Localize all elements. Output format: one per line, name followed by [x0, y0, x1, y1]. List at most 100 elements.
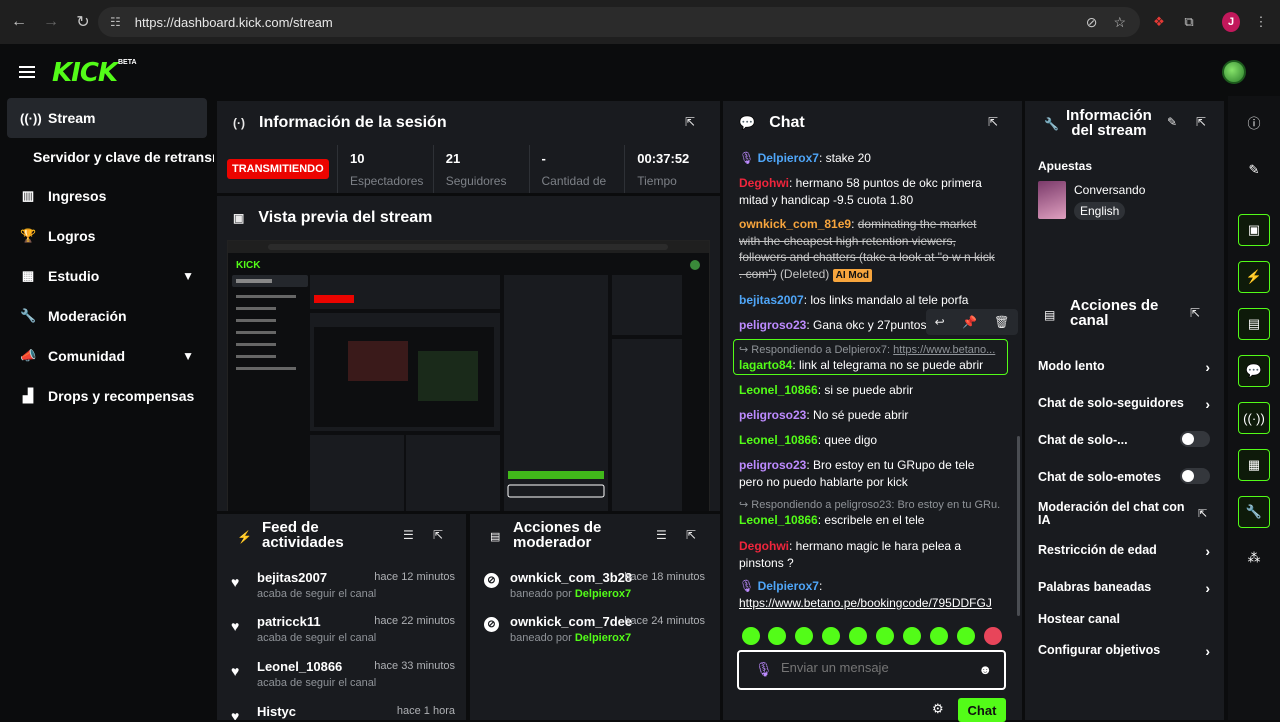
emote-icon[interactable]: [849, 627, 867, 645]
wrench-icon[interactable]: 🔧: [1238, 496, 1270, 528]
feed-username[interactable]: patricck11: [257, 614, 321, 629]
feed-username[interactable]: bejitas2007: [257, 570, 327, 585]
expand-icon[interactable]: ⇱: [433, 528, 443, 542]
sidebar-item-stream-key[interactable]: Servidor y clave de retransmisión: [0, 138, 214, 176]
kebab-menu-icon[interactable]: ⋮: [1252, 13, 1270, 31]
action-ai-moderation[interactable]: Moderación del chat con IA: [1038, 501, 1188, 527]
emote-icon[interactable]: [742, 627, 760, 645]
profile-button[interactable]: J: [1222, 12, 1240, 32]
chat-link[interactable]: https://www.betano.pe/bookingcode/795DDF…: [739, 596, 992, 610]
action-age-restriction[interactable]: Restricción de edad ›: [1038, 543, 1210, 559]
back-icon[interactable]: ←: [4, 7, 34, 37]
chat-username[interactable]: Leonel_10866: [739, 513, 818, 527]
puzzle-icon[interactable]: ⧉: [1180, 13, 1198, 31]
preview-widget-icon[interactable]: ▣: [1238, 214, 1270, 246]
emote-icon[interactable]: [903, 627, 921, 645]
action-slow-mode[interactable]: Modo lento ›: [1038, 359, 1210, 375]
mic-icon[interactable]: 🎙: [755, 661, 773, 678]
chat-input-box[interactable]: 🎙 ☻: [737, 650, 1006, 690]
action-followers-only[interactable]: Chat de solo-seguidores ›: [1038, 396, 1210, 412]
eye-off-icon[interactable]: ⊘: [1086, 14, 1098, 31]
sidebar-item-moderacion[interactable]: 🔧 Moderación: [0, 296, 214, 336]
pin-icon[interactable]: 📌: [962, 315, 977, 329]
address-bar[interactable]: ☷ https://dashboard.kick.com/stream ⊘ ☆: [98, 7, 1140, 37]
broadcast-icon[interactable]: ((·)): [1238, 402, 1270, 434]
edit-pencil-icon[interactable]: ✎: [1167, 115, 1177, 129]
banned-username[interactable]: ownkick_com_3b28: [510, 570, 632, 585]
stream-preview-video[interactable]: KICK: [227, 240, 710, 511]
edit-pencil-icon[interactable]: ✎: [1238, 154, 1270, 186]
chevron-right-icon: ›: [1205, 543, 1210, 559]
site-settings-icon[interactable]: ☷: [110, 15, 121, 29]
document-icon[interactable]: ▤: [1238, 308, 1270, 340]
emote-icon[interactable]: [876, 627, 894, 645]
expand-icon[interactable]: ⇱: [988, 115, 998, 129]
chat-username[interactable]: ownkick_com_81e9: [739, 217, 851, 231]
lightning-icon[interactable]: ⚡: [1238, 261, 1270, 293]
emote-icon[interactable]: [984, 627, 1002, 645]
reply-reference[interactable]: ↪ Respondiendo a peligroso23: Bro estoy …: [739, 498, 1001, 511]
chat-username[interactable]: peligroso23: [739, 318, 806, 332]
expand-icon[interactable]: ⇱: [1196, 115, 1206, 129]
action-goals[interactable]: Configurar objetivos ›: [1038, 643, 1210, 659]
chat-username[interactable]: peligroso23: [739, 408, 806, 422]
info-icon[interactable]: ⓘ: [1238, 106, 1270, 138]
moderator-name[interactable]: Delpierox7: [575, 632, 631, 644]
chat-username[interactable]: bejitas2007: [739, 293, 804, 307]
expand-icon[interactable]: ⇱: [686, 528, 696, 542]
chat-scrollbar[interactable]: [1017, 436, 1020, 616]
feed-username[interactable]: Leonel_10866: [257, 659, 342, 674]
sidebar-item-ingresos[interactable]: ▥ Ingresos: [0, 176, 214, 216]
wrench-icon: 🔧: [20, 308, 37, 323]
expand-icon[interactable]: ⇱: [1190, 306, 1200, 320]
emote-icon[interactable]: [795, 627, 813, 645]
emote-icon[interactable]: [822, 627, 840, 645]
action-host-channel[interactable]: Hostear canal: [1038, 612, 1210, 626]
emote-icon[interactable]: [930, 627, 948, 645]
reply-link[interactable]: https://www.betano...: [893, 344, 995, 356]
banned-username[interactable]: ownkick_com_7dee: [510, 614, 632, 629]
action-banned-words[interactable]: Palabras baneadas ›: [1038, 580, 1210, 596]
kick-logo[interactable]: KICK: [52, 58, 118, 88]
chat-message-input[interactable]: [781, 660, 971, 675]
chat-username[interactable]: lagarto84: [739, 358, 792, 372]
filter-icon[interactable]: ☰: [403, 528, 414, 542]
emote-icon[interactable]: [768, 627, 786, 645]
extension-icon[interactable]: ❖: [1150, 13, 1168, 31]
sidebar-item-comunidad[interactable]: 📣 Comunidad ▼: [0, 336, 214, 376]
emote-icon[interactable]: [957, 627, 975, 645]
subs-only-toggle[interactable]: [1180, 431, 1210, 447]
expand-icon[interactable]: ⇱: [685, 115, 695, 129]
widgets-icon[interactable]: ⁂: [1238, 542, 1270, 574]
feed-username[interactable]: Histyc: [257, 704, 296, 719]
moderator-name[interactable]: Delpierox7: [575, 588, 631, 600]
action-label: Configurar objetivos: [1038, 643, 1161, 657]
reload-icon[interactable]: ↻: [68, 7, 98, 37]
chat-username[interactable]: Delpierox7: [758, 151, 819, 165]
chat-username[interactable]: Degohwi: [739, 539, 789, 553]
user-avatar[interactable]: [1222, 60, 1246, 84]
reply-icon[interactable]: ↩: [935, 315, 945, 329]
reply-reference[interactable]: ↪ Respondiendo a Delpierox7: https://www…: [739, 343, 999, 356]
sidebar-item-estudio[interactable]: ▦ Estudio ▼: [0, 256, 214, 296]
sidebar-item-logros[interactable]: 🏆 Logros: [0, 216, 214, 256]
external-link-icon[interactable]: ⇱: [1198, 507, 1207, 520]
chat-username[interactable]: Degohwi: [739, 176, 789, 190]
emotes-only-toggle[interactable]: [1180, 468, 1210, 484]
chat-settings-icon[interactable]: ⚙: [932, 701, 944, 717]
chat-username[interactable]: Leonel_10866: [739, 433, 818, 447]
sidebar-item-stream[interactable]: ((·)) Stream: [7, 98, 207, 138]
bookmark-star-icon[interactable]: ☆: [1113, 14, 1126, 31]
chat-bubble-icon[interactable]: 💬: [1238, 355, 1270, 387]
sliders-icon[interactable]: ▦: [1238, 449, 1270, 481]
chat-username[interactable]: Delpierox7: [758, 579, 819, 593]
filter-icon[interactable]: ☰: [656, 528, 667, 542]
chat-username[interactable]: peligroso23: [739, 458, 806, 472]
sidebar-item-drops[interactable]: ▟ Drops y recompensas: [0, 376, 214, 416]
menu-icon[interactable]: [19, 66, 35, 78]
send-chat-button[interactable]: Chat: [958, 698, 1006, 722]
emoji-icon[interactable]: ☻: [978, 662, 992, 677]
trash-icon[interactable]: 🗑: [994, 315, 1009, 329]
forward-icon[interactable]: →: [36, 7, 66, 37]
chat-username[interactable]: Leonel_10866: [739, 383, 818, 397]
